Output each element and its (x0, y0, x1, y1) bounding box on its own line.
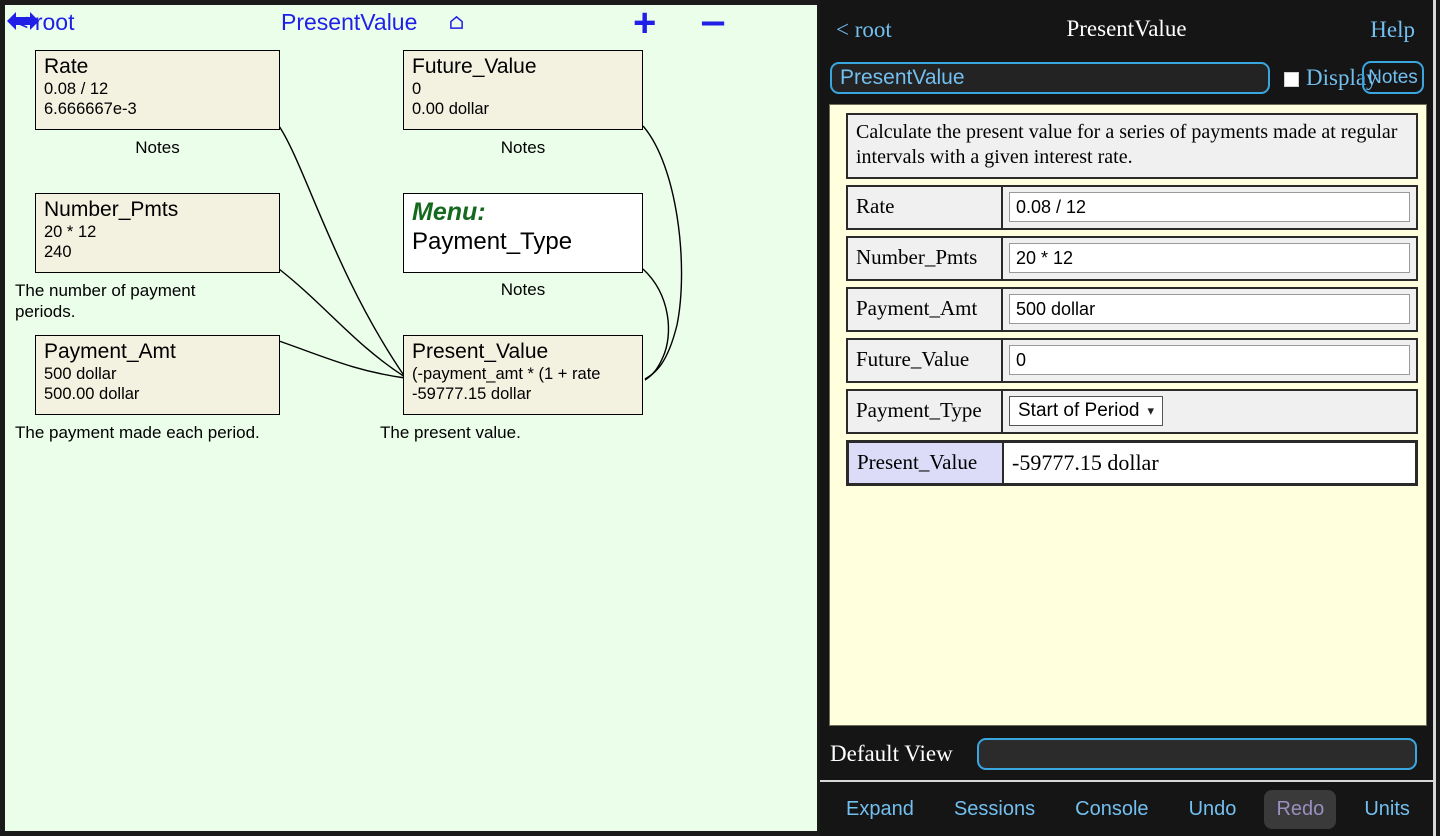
node-expression: (-payment_amt * (1 + rate (412, 365, 601, 383)
node-expression: 20 * 12 (44, 223, 97, 241)
graph-pane: < root PresentValue + ‒ Rate 0.08 / 12 6… (4, 4, 818, 832)
notes-button[interactable]: Notes (1362, 61, 1424, 94)
node-expression: 0 (412, 80, 422, 98)
payment-type-select[interactable]: Start of Period ▾ (1009, 396, 1163, 426)
node-title: Payment_Amt (44, 340, 176, 363)
units-button[interactable]: Units (1352, 790, 1422, 829)
graph-node-number-pmts[interactable]: Number_Pmts 20 * 12 240 (35, 193, 280, 273)
form-topbar: < root PresentValue Help (820, 0, 1433, 60)
node-result: 240 (44, 243, 72, 261)
field-value-cell: 0.08 / 12 (1003, 187, 1416, 228)
graph-node-rate[interactable]: Rate 0.08 / 12 6.666667e-3 (35, 50, 280, 130)
node-title: Number_Pmts (44, 198, 179, 221)
future-value-input[interactable]: 0 (1009, 345, 1410, 375)
bottom-toolbar: Expand Sessions Console Undo Redo Units (820, 780, 1433, 836)
field-label: Payment_Type (848, 391, 1003, 432)
default-view-input[interactable] (977, 738, 1417, 770)
field-row-future-value: Future_Value 0 (846, 338, 1418, 383)
console-button[interactable]: Console (1063, 790, 1160, 829)
help-link[interactable]: Help (1370, 17, 1415, 43)
field-value-cell: 20 * 12 (1003, 238, 1416, 279)
node-title: Present_Value (412, 340, 549, 363)
expand-button[interactable]: Expand (834, 790, 926, 829)
zoom-in-plus-icon[interactable]: + (633, 5, 656, 43)
payment-amt-input[interactable]: 500 dollar (1009, 294, 1410, 324)
chevron-down-icon: ▾ (1147, 403, 1154, 418)
graph-node-present-value[interactable]: Present_Value (-payment_amt * (1 + rate … (403, 335, 643, 415)
graph-node-payment-type-caption[interactable]: Notes (403, 279, 643, 300)
zoom-out-minus-icon[interactable]: ‒ (702, 5, 724, 41)
form-title: PresentValue (1066, 16, 1187, 41)
node-result: 6.666667e-3 (44, 100, 137, 118)
display-checkbox[interactable] (1284, 72, 1299, 87)
node-expression: 500 dollar (44, 365, 117, 383)
rate-input[interactable]: 0.08 / 12 (1009, 192, 1410, 222)
field-value-cell: Start of Period ▾ (1003, 391, 1416, 432)
node-title: Future_Value (412, 55, 537, 78)
model-name-input[interactable]: PresentValue (830, 62, 1270, 94)
field-value-cell: 0 (1003, 340, 1416, 381)
graph-back-root-link[interactable]: < root (15, 9, 74, 36)
form-body: Calculate the present value for a series… (829, 104, 1427, 726)
node-result: -59777.15 dollar (412, 385, 532, 403)
node-result: 0.00 dollar (412, 100, 490, 118)
sessions-button[interactable]: Sessions (942, 790, 1047, 829)
field-label: Number_Pmts (848, 238, 1003, 279)
default-view-label: Default View (830, 741, 953, 766)
graph-node-payment-type[interactable]: Menu: Payment_Type (403, 193, 643, 273)
node-result: 500.00 dollar (44, 385, 140, 403)
model-description: Calculate the present value for a series… (846, 113, 1418, 179)
node-menu-tag: Menu: (412, 198, 486, 226)
node-expression: 0.08 / 12 (44, 80, 109, 98)
field-row-present-value: Present_Value -59777.15 dollar (846, 440, 1418, 486)
field-row-payment-type: Payment_Type Start of Period ▾ (846, 389, 1418, 434)
graph-node-future-value[interactable]: Future_Value 0 0.00 dollar (403, 50, 643, 130)
field-label: Present_Value (849, 443, 1004, 483)
number-pmts-input[interactable]: 20 * 12 (1009, 243, 1410, 273)
form-pane: < root PresentValue Help PresentValue Di… (820, 0, 1436, 836)
node-title: Rate (44, 55, 89, 78)
app-window: < root PresentValue + ‒ Rate 0.08 / 12 6… (0, 0, 1440, 836)
graph-node-rate-caption[interactable]: Notes (35, 137, 280, 158)
graph-node-future-value-caption[interactable]: Notes (403, 137, 643, 158)
payment-type-selected-value: Start of Period (1018, 400, 1140, 421)
field-row-rate: Rate 0.08 / 12 (846, 185, 1418, 230)
graph-title: PresentValue (281, 9, 418, 35)
name-row: PresentValue Display Notes (820, 60, 1433, 100)
node-title: Payment_Type (412, 228, 573, 255)
graph-toolbar: < root PresentValue + ‒ (5, 5, 817, 43)
field-label: Future_Value (848, 340, 1003, 381)
redo-button: Redo (1264, 789, 1337, 829)
home-icon[interactable] (449, 15, 464, 30)
field-row-number-pmts: Number_Pmts 20 * 12 (846, 236, 1418, 281)
field-label: Rate (848, 187, 1003, 228)
field-row-payment-amt: Payment_Amt 500 dollar (846, 287, 1418, 332)
graph-node-payment-amt-caption[interactable]: The payment made each period. (15, 422, 375, 443)
graph-node-present-value-caption[interactable]: The present value. (380, 422, 660, 443)
field-value-cell: 500 dollar (1003, 289, 1416, 330)
undo-button[interactable]: Undo (1177, 790, 1249, 829)
graph-node-payment-amt[interactable]: Payment_Amt 500 dollar 500.00 dollar (35, 335, 280, 415)
present-value-result: -59777.15 dollar (1004, 443, 1415, 483)
default-view-row: Default View (820, 730, 1433, 778)
field-label: Payment_Amt (848, 289, 1003, 330)
graph-node-number-pmts-caption[interactable]: The number of payment periods. (15, 280, 285, 322)
